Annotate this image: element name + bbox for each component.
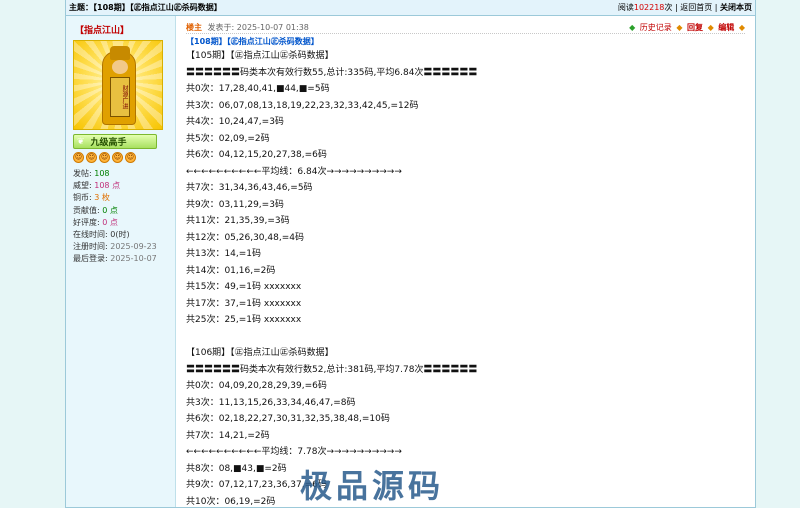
rank-label: 九级高手: [90, 138, 127, 148]
stat-posts: 发帖: 108: [73, 169, 110, 178]
history-link[interactable]: 历史记录: [640, 23, 672, 32]
body-line: 共3次：11,13,15,26,33,34,46,47,=8码: [186, 397, 356, 408]
post-body: 【105期】【㊣指点江山㊣杀码数据】〓〓〓〓〓〓码类本次有效行数55,总计:33…: [186, 48, 745, 507]
stat-online-time: 在线时间: 0(时): [73, 230, 130, 240]
body-line: 共5次：02,09,=2码: [186, 133, 270, 144]
diamond-icon: ◆: [629, 22, 636, 32]
post-date: 发表于: 2025-10-07 01:38: [207, 22, 309, 32]
separator: |: [714, 3, 718, 12]
post-content: 楼主 发表于: 2025-10-07 01:38 ◆ 历史记录 ◆ 回复 ◆ 编…: [176, 16, 755, 507]
post-subject: 【108期】【㊣指点江山㊣杀码数据】: [186, 37, 319, 46]
topic-header-links: 阅读102218次 | 返回首页 | 关闭本页: [618, 2, 752, 13]
wing-icon: ❦: [77, 136, 85, 147]
rank-badge: ❦ 九级高手: [73, 134, 157, 149]
body-line: 共9次：03,11,29,=3码: [186, 199, 284, 210]
topic-title: 主题：【108期】【㊣指点江山㊣杀码数据】: [69, 2, 222, 13]
stat-coins: 铜币: 3 枚: [73, 193, 110, 203]
stat-contribution: 贡献值: 0 点: [73, 205, 118, 215]
stat-prestige: 威望: 108 点: [73, 181, 121, 191]
body-line: 共17次：37,=1码 xxxxxxx: [186, 298, 302, 309]
post-meta: 楼主 发表于: 2025-10-07 01:38: [186, 22, 309, 33]
smile-icon: ☺: [99, 152, 110, 163]
body-line: 共9次：07,12,17,23,36,37,=6码: [186, 480, 327, 490]
body-line: 共0次：04,09,20,28,29,39,=6码: [186, 381, 327, 391]
body-line: 共25次：25,=1码 xxxxxxx: [186, 315, 302, 325]
user-sidebar: 【指点江山】 财源广进 ❦ 九级高手 ☺ ☺ ☺ ☺ ☺ 发帖: 108 威望:…: [66, 16, 176, 507]
username[interactable]: 【指点江山】: [75, 23, 175, 36]
separator: |: [674, 3, 678, 12]
body-line: ←←←←←←←←←←平均线：7.78次→→→→→→→→→→: [186, 447, 402, 457]
avatar-scroll: 财源广进: [110, 77, 130, 117]
body-line: 共13次：14,=1码: [186, 249, 262, 259]
topic-header-bar: 主题：【108期】【㊣指点江山㊣杀码数据】 阅读102218次 | 返回首页 |…: [65, 0, 756, 16]
body-line: 共11次：21,35,39,=3码: [186, 216, 290, 226]
smile-icon: ☺: [86, 152, 97, 163]
read-count-label: 阅读102218次: [617, 3, 673, 12]
body-line: 〓〓〓〓〓〓码类本次有效行数55,总计:335码,平均6.84次〓〓〓〓〓〓: [186, 67, 478, 78]
stat-rating: 好评度: 0 点: [73, 217, 118, 227]
diamond-icon: ◆: [738, 22, 745, 32]
diamond-icon: ◆: [676, 22, 683, 32]
body-line: 【105期】【㊣指点江山㊣杀码数据】: [186, 51, 334, 61]
body-line: 共0次：17,28,40,41,■44,■=5码: [186, 84, 330, 94]
body-line: 〓〓〓〓〓〓码类本次有效行数52,总计:381码,平均7.78次〓〓〓〓〓〓: [186, 364, 478, 375]
body-line: 共6次：04,12,15,20,27,38,=6码: [186, 150, 327, 160]
stat-last-login: 最后登录: 2025-10-07: [73, 254, 157, 264]
read-count: 102218: [633, 3, 665, 12]
avatar[interactable]: 财源广进: [73, 40, 163, 130]
edit-link[interactable]: 编辑: [718, 23, 734, 32]
post-header: 楼主 发表于: 2025-10-07 01:38 ◆ 历史记录 ◆ 回复 ◆ 编…: [186, 21, 745, 34]
body-line: 共4次：10,24,47,=3码: [186, 117, 284, 127]
body-line: 共14次：01,16,=2码: [186, 265, 276, 276]
body-line: ←←←←←←←←←←平均线：6.84次→→→→→→→→→→: [186, 166, 402, 177]
body-line: 共10次：06,19,=2码: [186, 496, 276, 507]
stat-register-date: 注册时间: 2025-09-23: [73, 242, 157, 252]
body-line: 共8次：08,■43,■=2码: [186, 463, 287, 474]
level-icons: ☺ ☺ ☺ ☺ ☺: [73, 152, 175, 163]
diamond-icon: ◆: [707, 22, 714, 32]
body-line: 共7次：14,21,=2码: [186, 430, 270, 441]
smile-icon: ☺: [112, 152, 123, 163]
reply-link[interactable]: 回复: [687, 23, 703, 32]
author-label: 楼主: [186, 22, 202, 32]
user-stats: 发帖: 108 威望: 108 点 铜币: 3 枚 贡献值: 0 点 好评度: …: [73, 168, 175, 266]
body-line: 共3次：06,07,08,13,18,19,22,23,32,33,42,45,…: [186, 100, 419, 111]
body-line: 【106期】【㊣指点江山㊣杀码数据】: [186, 348, 334, 358]
back-home-link[interactable]: 返回首页: [680, 3, 712, 12]
smile-icon: ☺: [125, 152, 136, 163]
post-frame: 【指点江山】 财源广进 ❦ 九级高手 ☺ ☺ ☺ ☺ ☺ 发帖: 108 威望:…: [65, 16, 756, 508]
body-line: 共15次：49,=1码 xxxxxxx: [186, 282, 302, 292]
close-page-link[interactable]: 关闭本页: [720, 3, 752, 12]
smile-icon: ☺: [73, 152, 84, 163]
subject-label: 主题：: [69, 3, 93, 12]
post-actions: ◆ 历史记录 ◆ 回复 ◆ 编辑 ◆: [627, 22, 745, 33]
subject-text: 【108期】【㊣指点江山㊣杀码数据】: [93, 3, 222, 12]
body-line: 共12次：05,26,30,48,=4码: [186, 232, 304, 243]
body-line: 共7次：31,34,36,43,46,=5码: [186, 183, 313, 193]
body-line: 共6次：02,18,22,27,30,31,32,35,38,48,=10码: [186, 414, 390, 424]
watermark-text: 极品源码: [300, 467, 445, 505]
